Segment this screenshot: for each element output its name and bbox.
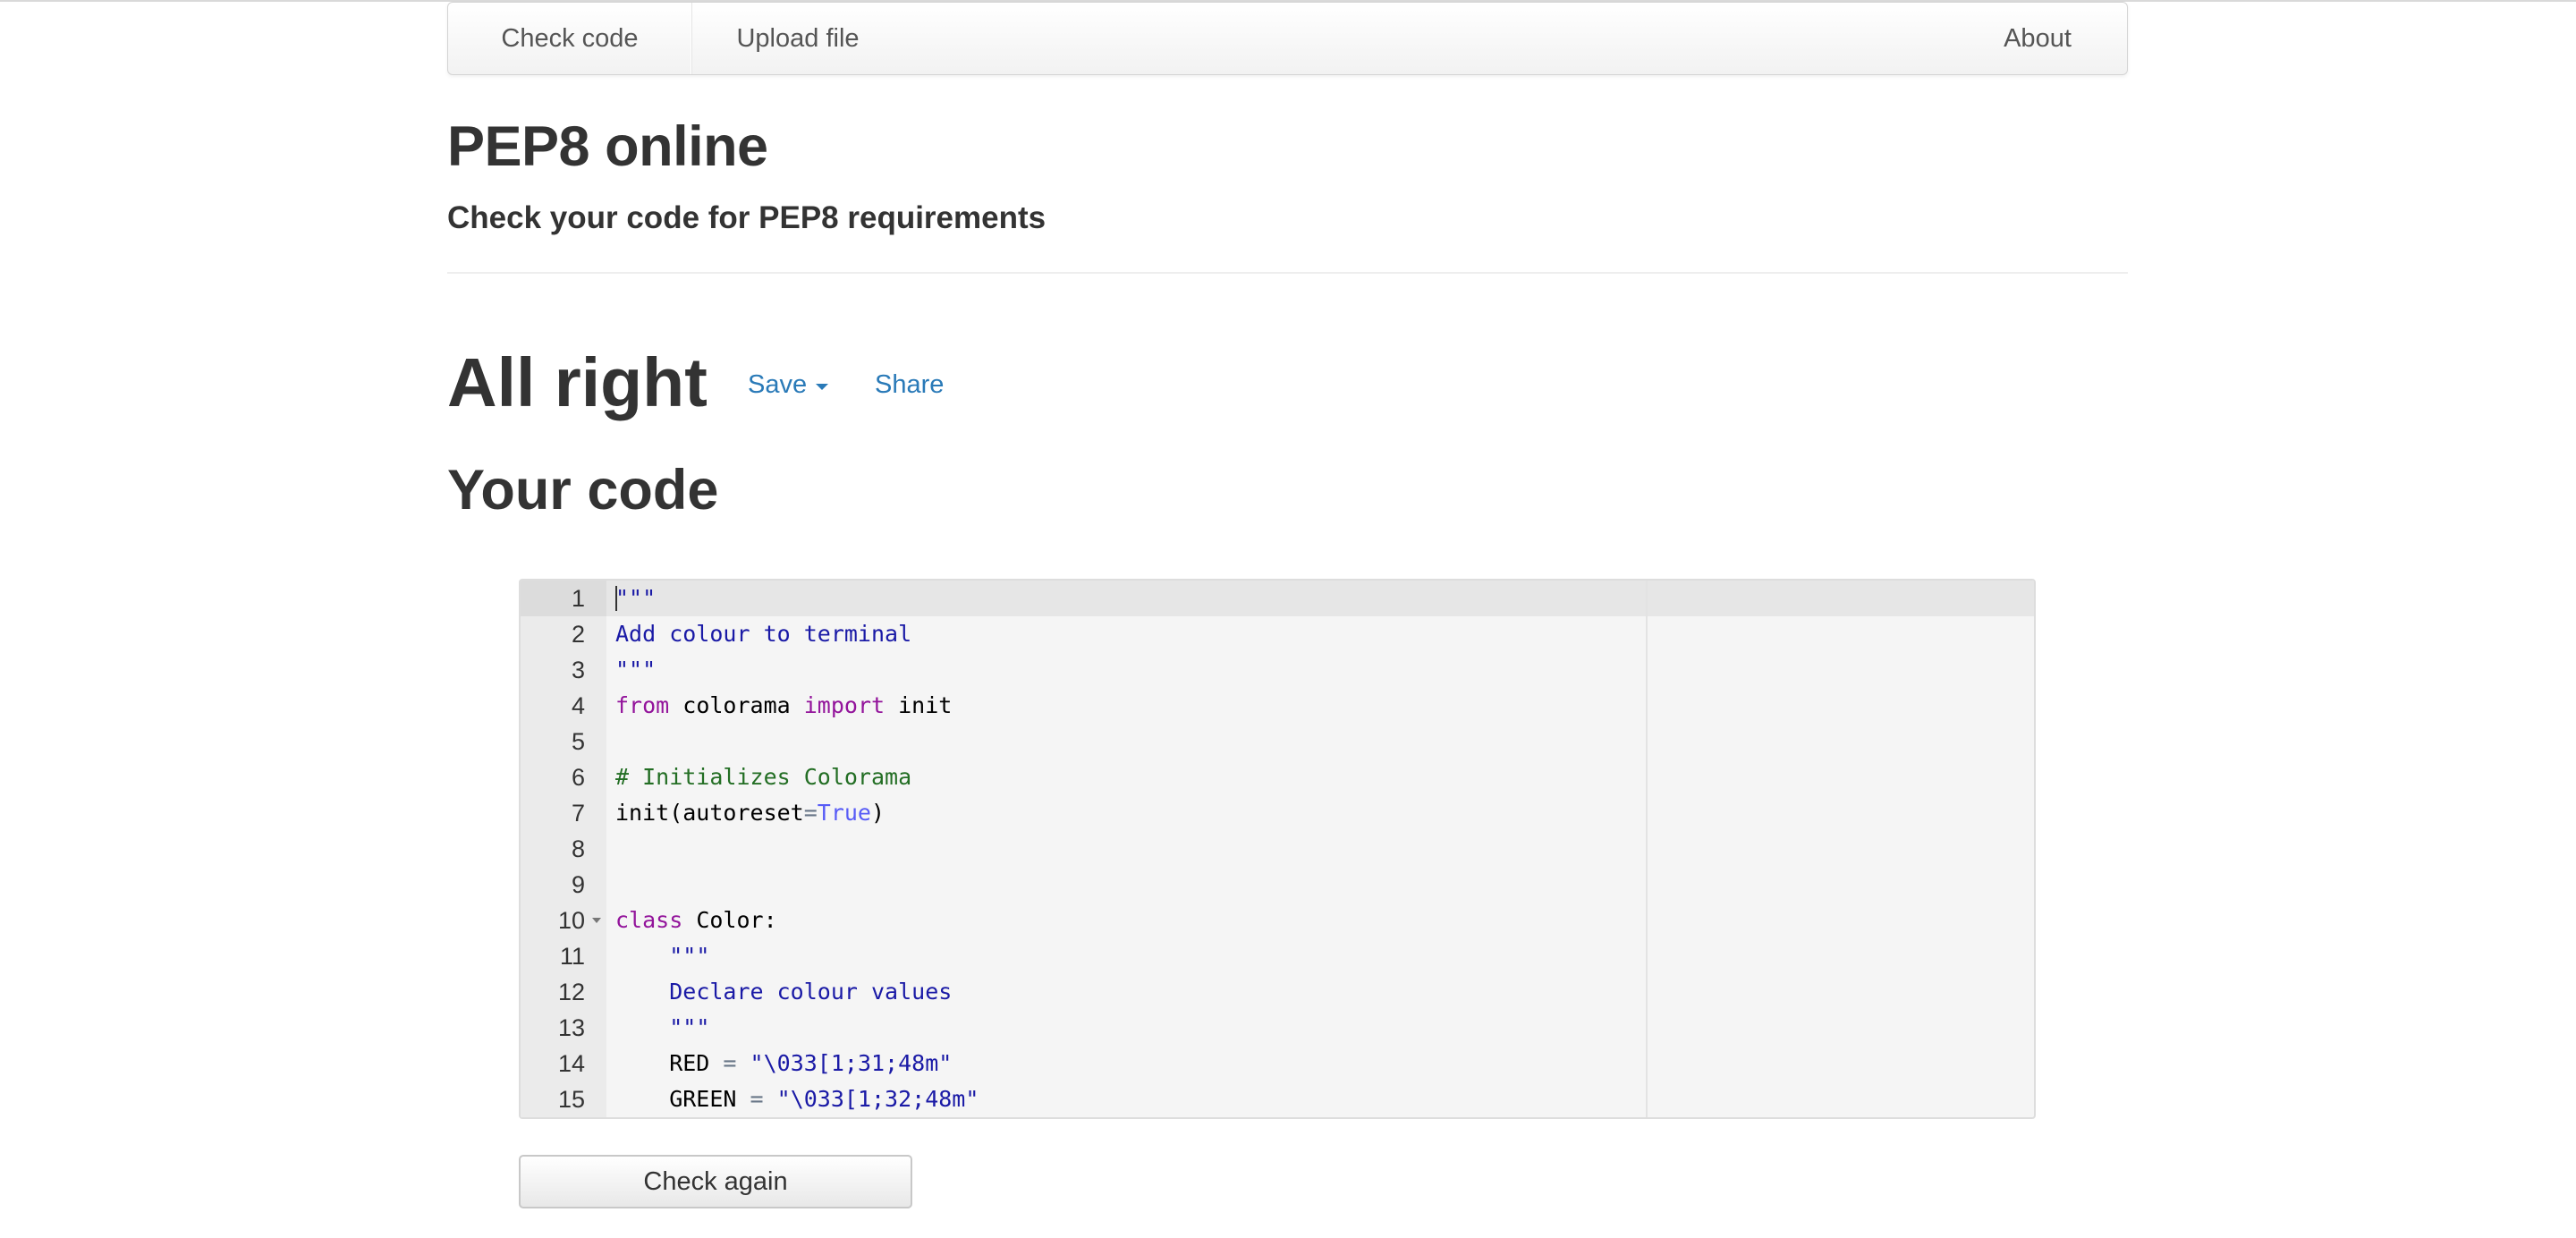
code-line: 9 — [521, 867, 2034, 903]
code-text: GREEN = "\033[1;32;48m" — [615, 1081, 979, 1117]
code-line: 7 init(autoreset=True) — [521, 795, 2034, 831]
code-line: 3 """ — [521, 652, 2034, 688]
code-token: colorama — [669, 692, 804, 718]
code-token: True — [817, 800, 871, 826]
code-token: """ — [669, 1014, 710, 1040]
header-divider — [447, 272, 2128, 274]
code-line: 11 """ — [521, 938, 2034, 974]
line-number: 7 — [571, 800, 585, 827]
line-number: 15 — [557, 1086, 585, 1113]
code-token: = — [723, 1050, 737, 1076]
code-text: Declare colour values — [615, 974, 952, 1010]
code-text: Add colour to terminal — [615, 616, 911, 652]
code-token: # Initializes Colorama — [615, 764, 912, 790]
line-number: 1 — [571, 585, 585, 612]
result-title: All right — [447, 344, 708, 421]
code-token: init(autoreset — [615, 800, 804, 826]
code-line: 5 — [521, 724, 2034, 759]
code-token: "\033[1;32;48m" — [776, 1086, 979, 1112]
text-cursor — [615, 586, 617, 611]
code-text: # Initializes Colorama — [615, 759, 911, 795]
page-title: PEP8 online — [447, 115, 768, 178]
code-text: """ — [615, 652, 656, 688]
line-number: 13 — [557, 1014, 585, 1041]
code-token: Color: — [682, 907, 777, 933]
code-token: = — [750, 1086, 764, 1112]
save-label: Save — [748, 370, 808, 399]
code-token: ) — [871, 800, 886, 826]
code-text: RED = "\033[1;31;48m" — [615, 1046, 952, 1081]
code-token: "\033[1;31;48m" — [750, 1050, 953, 1076]
line-number: 11 — [559, 943, 585, 970]
code-token: GREEN — [615, 1086, 750, 1112]
code-line: 13 """ — [521, 1010, 2034, 1046]
code-token: """ — [669, 943, 710, 969]
code-line: 14 RED = "\033[1;31;48m" — [521, 1046, 2034, 1081]
nav-upload-file[interactable]: Upload file — [692, 3, 903, 74]
code-token: Declare colour values — [669, 979, 953, 1005]
code-line: 12 Declare colour values — [521, 974, 2034, 1010]
code-text: """ — [615, 581, 656, 616]
line-number: 14 — [557, 1050, 585, 1077]
line-number: 8 — [571, 835, 585, 862]
code-text: from colorama import init — [615, 688, 952, 724]
check-again-button[interactable]: Check again — [519, 1155, 912, 1208]
share-link[interactable]: Share — [875, 370, 944, 400]
code-text: class Color: — [615, 903, 777, 938]
line-number: 10 — [557, 907, 585, 934]
fold-arrow-icon[interactable] — [592, 918, 601, 923]
line-number: 6 — [571, 764, 585, 791]
line-number: 4 — [571, 692, 585, 719]
nav-check-code[interactable]: Check code — [448, 3, 692, 74]
page-subtitle: Check your code for PEP8 requirements — [447, 200, 1046, 235]
line-number: 3 — [571, 657, 585, 683]
caret-down-icon — [816, 383, 829, 390]
code-line: 6 # Initializes Colorama — [521, 759, 2034, 795]
code-token: = — [803, 800, 818, 826]
code-line: 15 GREEN = "\033[1;32;48m" — [521, 1081, 2034, 1117]
line-number: 9 — [571, 871, 585, 898]
code-token: """ — [615, 585, 657, 611]
top-navbar: Check code Upload file About — [447, 2, 2128, 75]
line-number: 5 — [571, 728, 585, 755]
code-line: 10 class Color: — [521, 903, 2034, 938]
code-line: 4 from colorama import init — [521, 688, 2034, 724]
code-token: class — [615, 907, 683, 933]
code-line: 1 """ — [521, 581, 2034, 616]
line-number: 2 — [571, 621, 585, 648]
nav-about[interactable]: About — [1984, 3, 2091, 74]
code-token: from — [615, 692, 670, 718]
code-line: 2 Add colour to terminal — [521, 616, 2034, 652]
code-line: 8 — [521, 831, 2034, 867]
code-text: """ — [615, 938, 709, 974]
code-editor[interactable]: 1 """ 2 Add colour to terminal 3 """ 4 from col… — [519, 579, 2036, 1119]
code-token: import — [803, 692, 886, 718]
code-text: init(autoreset=True) — [615, 795, 885, 831]
code-heading: Your code — [447, 459, 719, 521]
code-token: Add colour to terminal — [615, 621, 912, 647]
save-dropdown[interactable]: Save — [748, 370, 829, 400]
code-token: RED — [615, 1050, 724, 1076]
code-token: """ — [615, 657, 657, 683]
line-number: 12 — [557, 979, 585, 1005]
code-text: """ — [615, 1010, 709, 1046]
code-token: init — [885, 692, 953, 718]
